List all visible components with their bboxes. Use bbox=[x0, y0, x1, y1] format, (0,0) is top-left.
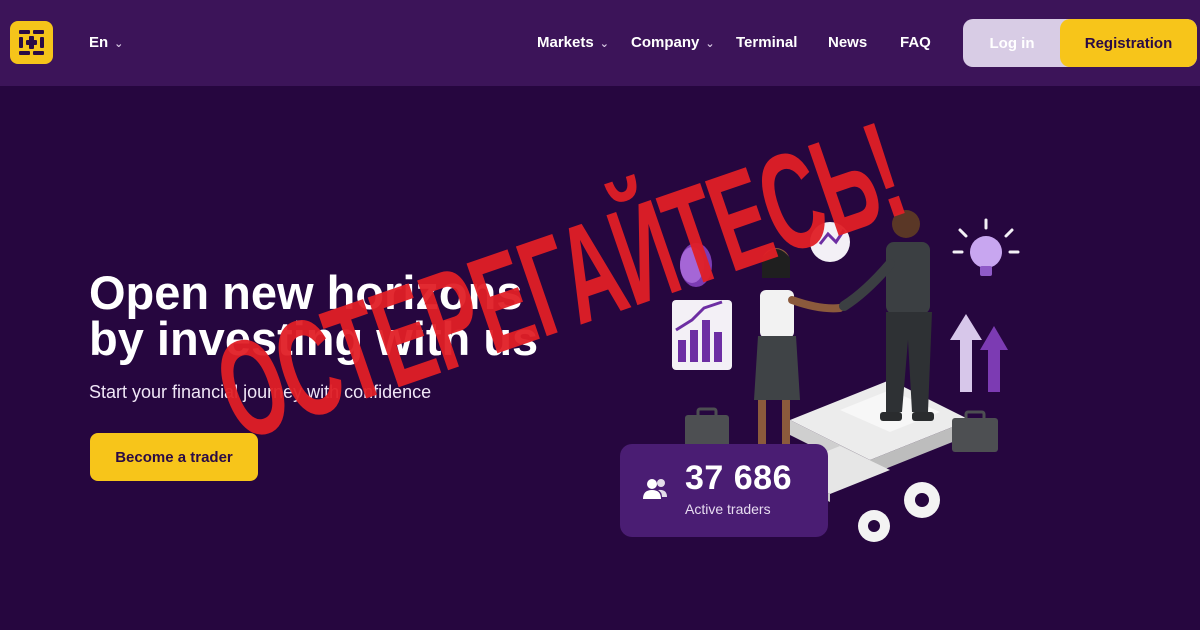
active-traders-label: Active traders bbox=[685, 501, 771, 517]
chevron-down-icon: ⌄ bbox=[114, 38, 124, 50]
language-selector[interactable]: En ⌄ bbox=[89, 34, 123, 51]
login-button-label: Log in bbox=[989, 34, 1035, 52]
hero-title-line-2: by investing with us bbox=[89, 312, 539, 365]
hero-title: Open new horizons by investing with us bbox=[89, 266, 609, 365]
registration-button[interactable]: Registration bbox=[1060, 19, 1197, 67]
chevron-down-icon: ⌄ bbox=[599, 38, 609, 50]
nav-news-label: News bbox=[828, 34, 868, 51]
nav-terminal-label: Terminal bbox=[736, 34, 798, 51]
hero-subtitle: Start your financial journey with confid… bbox=[89, 382, 432, 402]
registration-button-label: Registration bbox=[1084, 34, 1173, 52]
language-label: En bbox=[89, 34, 109, 51]
nav-markets-label: Markets bbox=[537, 34, 594, 51]
active-traders-count: 37 686 bbox=[685, 459, 792, 497]
auth-button-group: Log in Registration bbox=[963, 19, 1197, 67]
nav-markets[interactable]: Markets ⌄ bbox=[537, 34, 609, 51]
login-button[interactable]: Log in bbox=[963, 19, 1061, 67]
nav-company[interactable]: Company ⌄ bbox=[631, 34, 715, 51]
chevron-down-icon: ⌄ bbox=[705, 38, 715, 50]
nav-faq[interactable]: FAQ bbox=[900, 34, 931, 51]
active-traders-card: 37 686 Active traders bbox=[620, 444, 828, 537]
become-trader-button[interactable]: Become a trader bbox=[90, 433, 258, 481]
nav-news[interactable]: News bbox=[828, 34, 867, 51]
nav-terminal[interactable]: Terminal bbox=[736, 34, 797, 51]
top-navigation-bar: En ⌄ Markets ⌄ Company ⌄ Terminal News FAQ … bbox=[0, 0, 1200, 86]
nav-company-label: Company bbox=[631, 34, 700, 51]
users-icon bbox=[642, 477, 668, 501]
nav-faq-label: FAQ bbox=[900, 34, 931, 51]
brand-logo-icon[interactable] bbox=[10, 21, 53, 64]
become-trader-button-label: Become a trader bbox=[115, 448, 233, 466]
hero-title-line-1: Open new horizons bbox=[89, 266, 523, 319]
